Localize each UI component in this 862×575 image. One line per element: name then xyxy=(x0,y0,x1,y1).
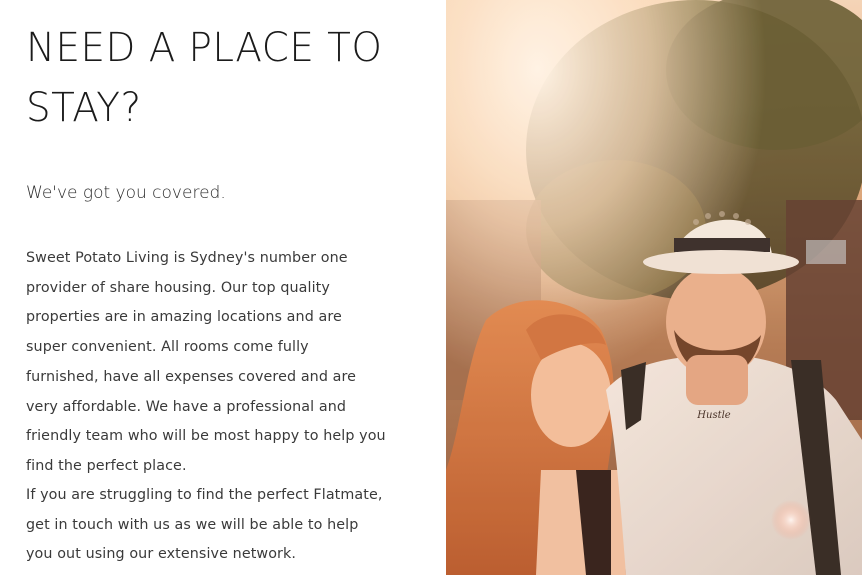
page-title: NEED A PLACE TO STAY? xyxy=(26,25,383,131)
intro-paragraph: Sweet Potato Living is Sydney's number o… xyxy=(26,250,386,474)
flatmate-paragraph: If you are struggling to find the perfec… xyxy=(26,487,383,563)
intro-section: NEED A PLACE TO STAY? We've got you cove… xyxy=(0,0,446,575)
hero-photo: Hustle xyxy=(446,0,862,575)
couple-illustration: Hustle xyxy=(446,0,862,575)
page-subtitle: We've got you covered. xyxy=(26,183,226,203)
